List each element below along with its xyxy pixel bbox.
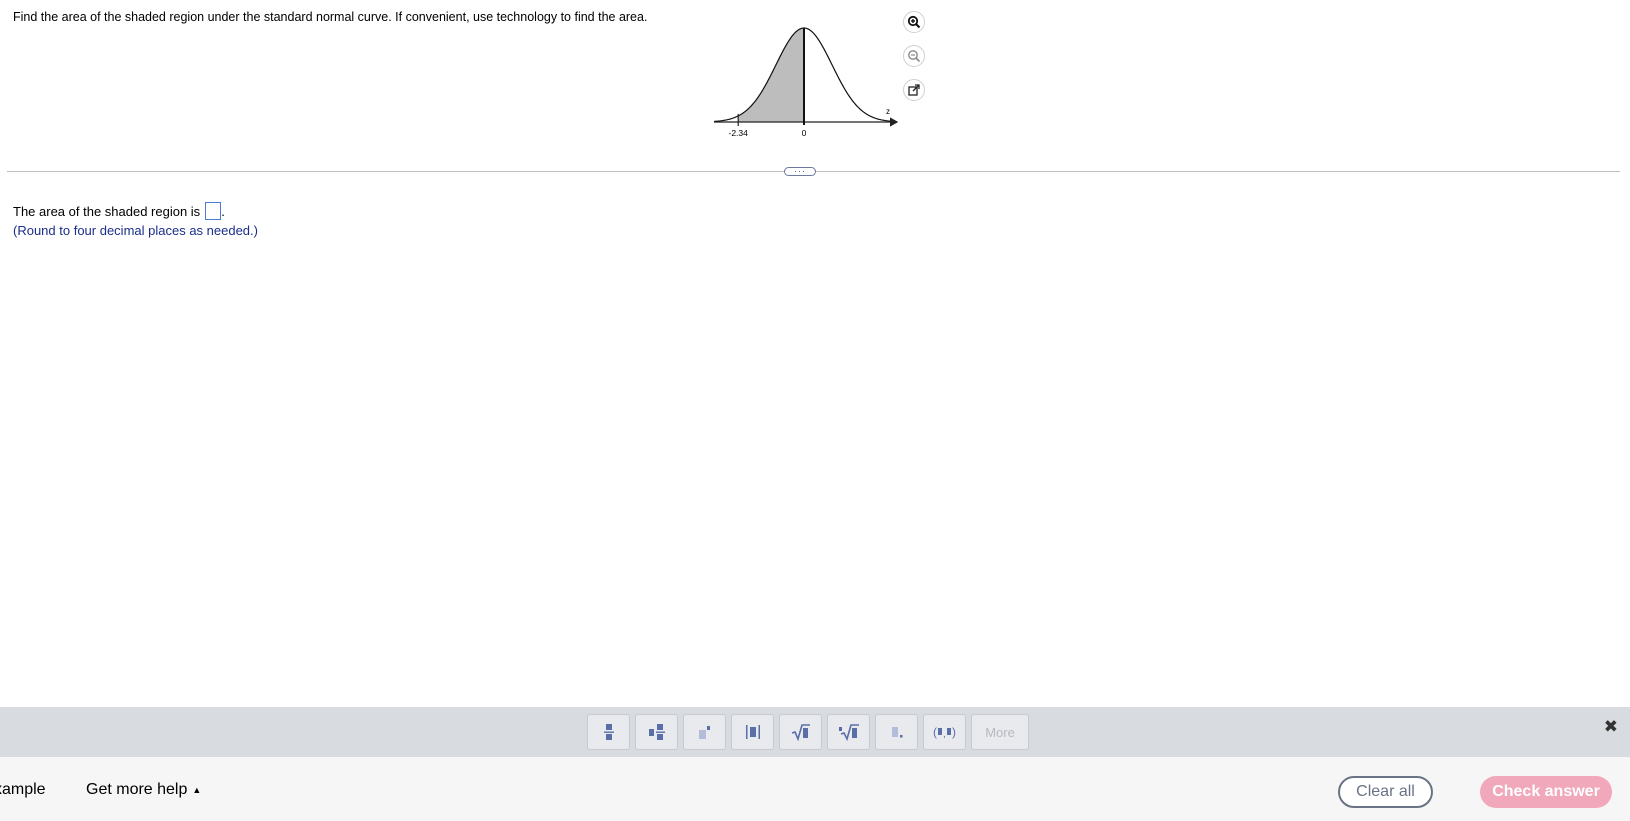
square-root-button[interactable] [779,714,822,750]
answer-prefix: The area of the shaded region is [13,203,201,219]
popout-icon[interactable] [903,79,925,101]
math-buttons: (,) More [587,714,1029,750]
interval-icon: (,) [933,725,956,740]
decimal-button[interactable] [875,714,918,750]
absolute-value-icon [745,725,760,739]
tick-label-neg: -2.34 [729,128,749,138]
axis-label-z: z [886,107,890,116]
exponent-button[interactable] [683,714,726,750]
rounding-hint: (Round to four decimal places as needed.… [13,223,258,238]
answer-input[interactable] [205,202,222,220]
nth-root-button[interactable] [827,714,870,750]
tick-label-zero: 0 [802,128,807,138]
zoom-in-icon[interactable] [903,11,925,33]
mixed-number-button[interactable] [635,714,678,750]
fraction-icon [603,724,614,740]
exponent-icon [698,726,710,739]
normal-curve-figure: -2.34 0 z [713,27,899,138]
help-label: Get more help [86,781,188,798]
svg-text:,: , [943,729,946,740]
get-more-help-button[interactable]: Get more help ▲ [86,781,201,799]
footer-bar: xample Get more help ▲ Clear all Check a… [0,757,1630,821]
caret-up-icon: ▲ [192,785,202,795]
more-button[interactable]: More [971,714,1029,750]
close-icon[interactable]: ✖ [1604,717,1618,737]
svg-text:): ) [952,725,956,739]
decimal-icon [891,727,902,738]
view-example-link[interactable]: xample [0,781,46,799]
nth-root-icon [838,724,859,741]
answer-line: The area of the shaded region is . [13,202,225,220]
divider-handle[interactable]: ··· [784,167,816,176]
fraction-button[interactable] [587,714,630,750]
square-root-icon [791,724,810,741]
svg-text:(: ( [933,725,937,739]
absolute-value-button[interactable] [731,714,774,750]
mixed-number-icon [648,724,665,740]
zoom-out-icon[interactable] [903,45,925,67]
math-toolbar: (,) More ✖ [0,707,1630,757]
check-answer-button[interactable]: Check answer [1480,776,1612,808]
figure-tools [903,11,929,113]
question-text: Find the area of the shaded region under… [13,10,648,24]
interval-button[interactable]: (,) [923,714,966,750]
clear-all-button[interactable]: Clear all [1338,776,1433,808]
answer-suffix: . [221,203,225,219]
